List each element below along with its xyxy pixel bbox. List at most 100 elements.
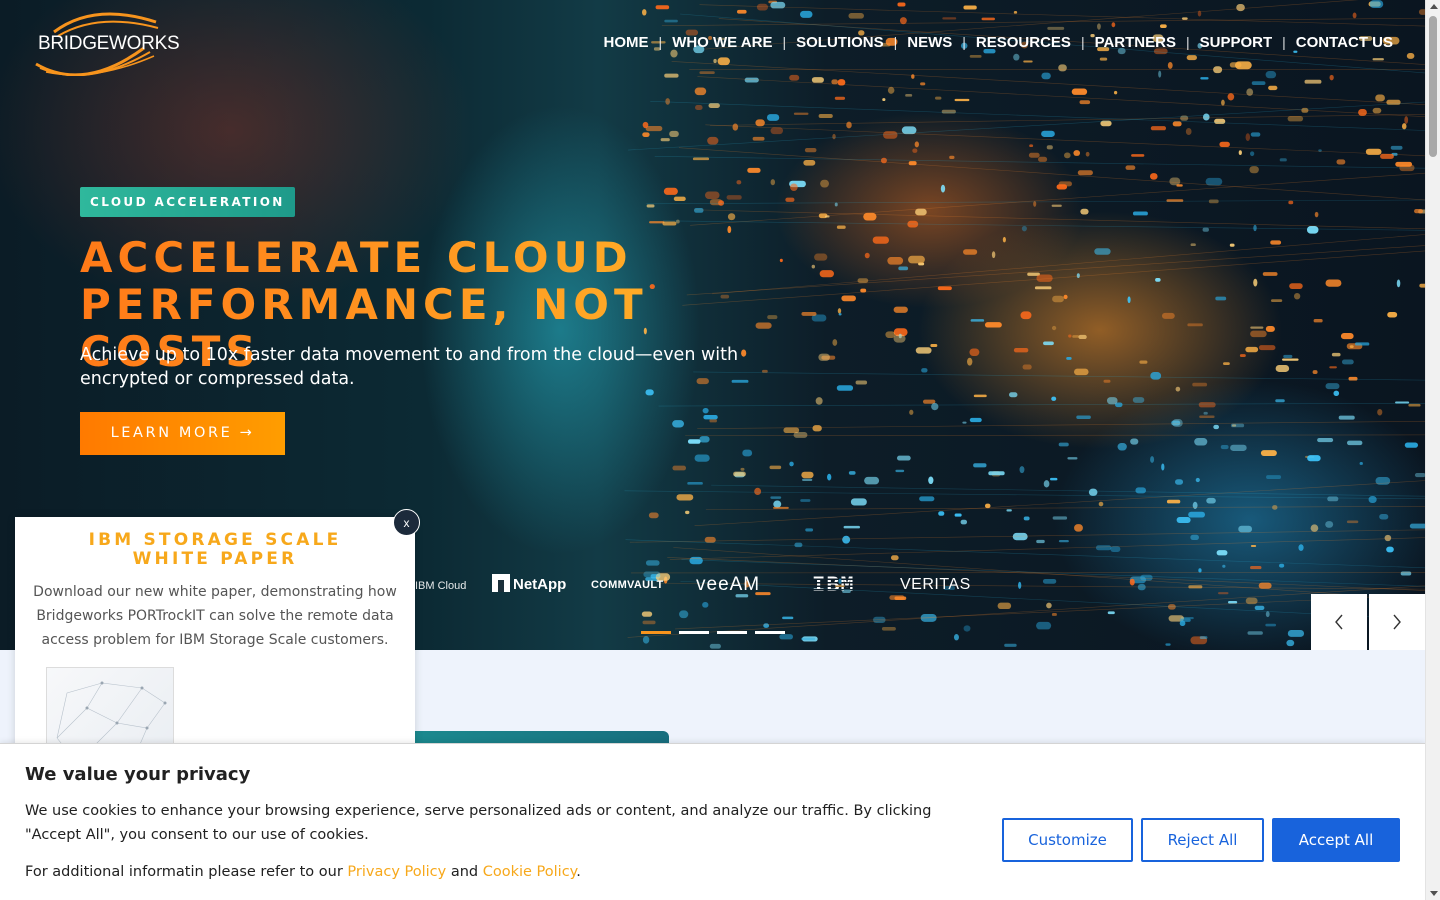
light-streak [689, 556, 703, 565]
light-streak [1372, 58, 1384, 61]
light-streak [1056, 184, 1068, 190]
light-streak [770, 179, 776, 186]
light-streak [1234, 61, 1252, 70]
light-streak [1222, 564, 1226, 568]
light-line [629, 529, 1425, 543]
light-streak [1058, 539, 1069, 543]
light-streak [1199, 415, 1215, 418]
light-streak [1199, 636, 1208, 639]
accept-all-button[interactable]: Accept All [1272, 818, 1400, 862]
light-streak [1013, 11, 1018, 14]
light-streak [1270, 240, 1282, 245]
light-streak [1202, 113, 1210, 121]
page-scrollbar[interactable] [1425, 0, 1440, 900]
popup-description: Download our new white paper, demonstrat… [33, 584, 397, 648]
cookie-text-prefix: For additional informatin please refer t… [25, 864, 343, 880]
light-streak [963, 625, 971, 632]
light-streak [1161, 463, 1165, 471]
light-streak [1250, 151, 1255, 157]
light-streak [1406, 52, 1415, 59]
light-streak [1107, 611, 1115, 615]
light-streak [645, 125, 663, 132]
light-streak [1229, 243, 1235, 247]
scroll-up-icon[interactable] [1430, 4, 1438, 9]
slider-dot-3[interactable] [717, 631, 747, 634]
light-streak [1200, 77, 1209, 80]
privacy-policy-link[interactable]: Privacy Policy [347, 864, 446, 880]
reject-all-button[interactable]: Reject All [1141, 818, 1264, 862]
light-streak [687, 482, 703, 485]
hero-category-tag: CLOUD ACCELERATION [80, 187, 295, 217]
light-streak [694, 207, 704, 213]
learn-more-button[interactable]: LEARN MORE → [80, 412, 285, 455]
light-streak [1132, 397, 1145, 403]
light-streak [846, 121, 852, 129]
light-streak [1368, 496, 1377, 504]
slider-dot-1[interactable] [641, 631, 671, 634]
nav-resources[interactable]: RESOURCES [976, 34, 1071, 51]
light-streak [642, 635, 650, 644]
light-streak [1329, 366, 1337, 369]
light-streak [811, 77, 824, 83]
light-streak [969, 417, 982, 423]
light-streak [1074, 524, 1083, 532]
partner-logo-veritas: VERITAS [900, 576, 971, 593]
light-streak [1262, 272, 1278, 276]
nav-news[interactable]: NEWS [907, 34, 952, 51]
light-streak [718, 200, 725, 206]
light-streak [1161, 312, 1175, 319]
slider-dot-4[interactable] [755, 631, 785, 634]
slider-dots [641, 631, 785, 634]
light-streak [1386, 546, 1394, 553]
bridgeworks-logo[interactable]: BRIDGEWORKS [34, 12, 180, 77]
light-streak [1203, 411, 1208, 415]
light-streak [1006, 509, 1012, 512]
light-streak [1094, 248, 1111, 255]
light-streak [1166, 499, 1181, 504]
customize-button[interactable]: Customize [1002, 818, 1133, 862]
nav-who-we-are[interactable]: WHO WE ARE [672, 34, 772, 51]
partner-logo-netapp: NetApp [492, 574, 566, 593]
light-streak [1331, 352, 1341, 357]
light-streak [1127, 296, 1131, 304]
light-streak [1245, 133, 1251, 141]
nav-contact-us[interactable]: CONTACT US [1296, 34, 1393, 51]
light-streak [737, 9, 747, 14]
light-streak [747, 167, 761, 173]
light-streak [672, 465, 687, 471]
whitepaper-popup: IBM STORAGE SCALE WHITE PAPER Download o… [15, 517, 415, 777]
nav-separator: | [893, 34, 898, 50]
light-streak [1401, 123, 1407, 130]
light-streak [800, 499, 811, 502]
light-streak [1387, 312, 1398, 318]
light-streak [1390, 145, 1403, 150]
scrollbar-thumb[interactable] [1429, 16, 1437, 157]
slider-dot-2[interactable] [679, 631, 709, 634]
slider-next-button[interactable] [1369, 594, 1425, 650]
light-streak [935, 96, 942, 100]
light-streak [1064, 152, 1071, 159]
cookie-policy-link[interactable]: Cookie Policy [483, 864, 576, 880]
nav-home[interactable]: HOME [604, 34, 649, 51]
popup-close-button[interactable]: x [393, 509, 420, 536]
light-streak [836, 385, 854, 391]
nav-partners[interactable]: PARTNERS [1095, 34, 1176, 51]
nav-support[interactable]: SUPPORT [1200, 34, 1273, 51]
light-streak [1072, 335, 1080, 338]
light-streak [1028, 152, 1040, 158]
light-streak [895, 469, 905, 473]
slider-prev-button[interactable] [1311, 594, 1367, 650]
light-streak [1110, 546, 1121, 552]
light-streak [1175, 386, 1181, 392]
light-streak [1002, 236, 1006, 243]
light-streak [984, 322, 1002, 328]
scroll-down-icon[interactable] [1430, 891, 1438, 896]
nav-solutions[interactable]: SOLUTIONS [796, 34, 884, 51]
light-streak [1020, 311, 1032, 320]
light-streak [973, 463, 987, 468]
light-streak [897, 2, 906, 7]
light-streak [1206, 497, 1216, 504]
light-streak [872, 236, 889, 244]
light-streak [831, 79, 838, 85]
light-streak [1195, 477, 1200, 483]
